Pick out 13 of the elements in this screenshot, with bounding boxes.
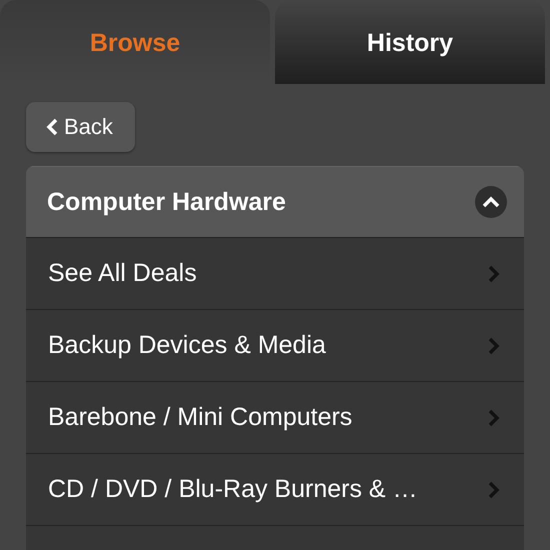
chevron-right-icon [488, 480, 500, 498]
category-item[interactable]: See All Deals [26, 237, 524, 309]
category-title: Computer Hardware [47, 188, 286, 216]
chevron-left-icon [46, 118, 58, 136]
collapse-icon[interactable] [475, 186, 507, 218]
category-item[interactable]: Backup Devices & Media [26, 309, 524, 381]
category-item[interactable]: CD / DVD / Blu-Ray Burners & … [26, 453, 524, 525]
category-item[interactable]: Barebone / Mini Computers [26, 381, 524, 453]
chevron-right-icon [488, 408, 500, 426]
chevron-right-icon [488, 264, 500, 282]
category-header[interactable]: Computer Hardware [26, 166, 524, 237]
back-button[interactable]: Back [26, 102, 135, 152]
chevron-right-icon [488, 336, 500, 354]
